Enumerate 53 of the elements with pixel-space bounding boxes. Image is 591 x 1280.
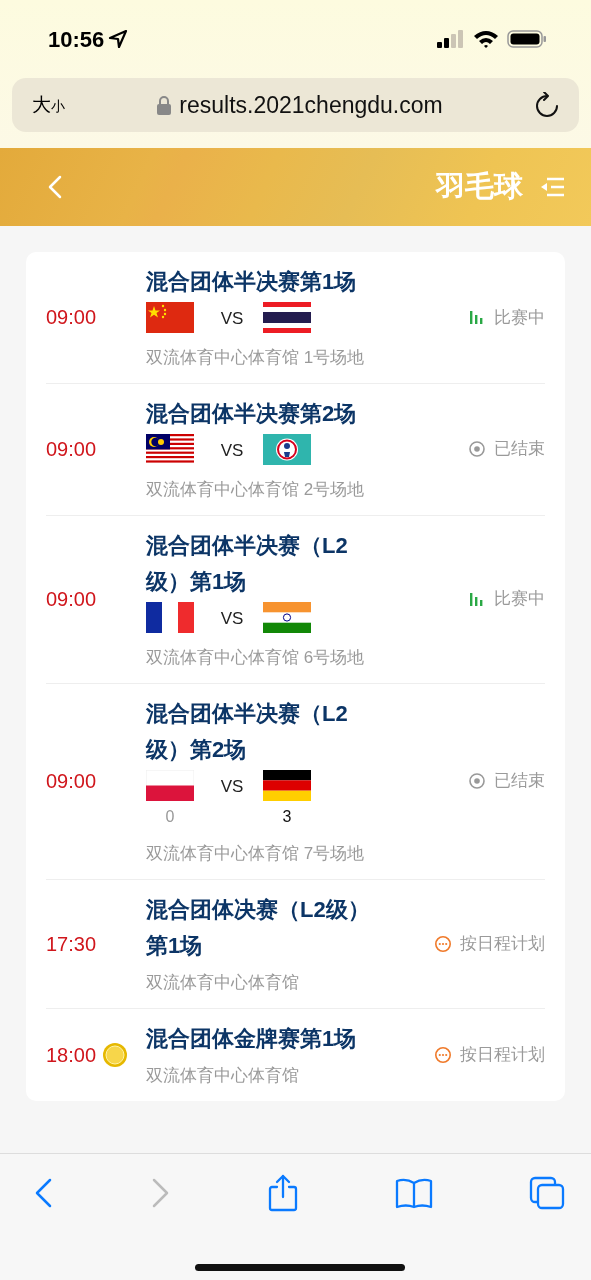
wifi-icon <box>473 29 499 49</box>
reload-icon[interactable] <box>535 92 559 118</box>
share-icon[interactable] <box>266 1174 299 1212</box>
battery-icon <box>507 29 547 49</box>
match-status: 按日程计划 <box>460 933 545 956</box>
match-time: 09:00 <box>46 437 97 463</box>
page-title: 羽毛球 <box>436 169 523 205</box>
venue-text: 双流体育中心体育馆 6号场地 <box>146 647 366 670</box>
match-time: 17:30 <box>46 931 97 957</box>
match-status: 比赛中 <box>494 588 545 611</box>
location-icon <box>108 29 129 49</box>
venue-text: 双流体育中心体育馆 7号场地 <box>146 843 366 866</box>
versus-label: VS <box>219 608 245 631</box>
match-title: 混合团体半决赛（L2级）第2场 <box>146 699 349 764</box>
match-status: 比赛中 <box>494 306 545 329</box>
team-score: 3 <box>282 807 292 828</box>
tabs-icon[interactable] <box>529 1176 565 1210</box>
match-time: 09:00 <box>46 769 97 795</box>
flag-icon <box>263 302 311 334</box>
versus-label: VS <box>219 776 245 799</box>
flag-icon <box>146 302 194 334</box>
match-status: 已结束 <box>494 770 545 793</box>
match-time: 09:00 <box>46 587 97 613</box>
team-score: 0 <box>165 807 175 828</box>
versus-label: VS <box>219 440 245 463</box>
signal-icon <box>437 29 465 49</box>
match-title: 混合团体金牌赛第1场 <box>146 1024 358 1053</box>
flag-icon <box>146 602 194 634</box>
venue-text: 双流体育中心体育馆 1号场地 <box>146 347 366 370</box>
match-title: 混合团体决赛（L2级）第1场 <box>146 895 371 961</box>
match-status: 按日程计划 <box>460 1044 545 1066</box>
flag-icon <box>146 770 194 802</box>
back-icon[interactable] <box>48 175 62 199</box>
match-status: 已结束 <box>494 438 545 461</box>
flag-icon <box>263 770 311 802</box>
venue-text: 双流体育中心体育馆 <box>146 1065 300 1088</box>
flag-icon <box>146 434 194 466</box>
venue-text: 双流体育中心体育馆 <box>146 972 300 995</box>
bookmarks-icon[interactable] <box>394 1177 433 1209</box>
flag-icon <box>263 602 311 634</box>
match-title: 混合团体半决赛第2场 <box>146 399 358 428</box>
text-size-button[interactable]: 大小 <box>32 90 65 120</box>
back-icon[interactable] <box>34 1177 54 1209</box>
status-time: 10:56 <box>48 25 105 54</box>
match-title: 混合团体半决赛（L2级）第1场 <box>146 531 349 596</box>
lock-icon <box>157 95 172 115</box>
match-time: 18:00 <box>46 1042 97 1068</box>
versus-label: VS <box>219 308 245 331</box>
match-time: 09:00 <box>46 305 97 331</box>
url-text[interactable]: results.2021chengdu.com <box>179 87 443 123</box>
venue-text: 双流体育中心体育馆 2号场地 <box>146 479 366 502</box>
match-title: 混合团体半决赛第1场 <box>146 268 358 296</box>
flag-icon <box>263 434 311 466</box>
